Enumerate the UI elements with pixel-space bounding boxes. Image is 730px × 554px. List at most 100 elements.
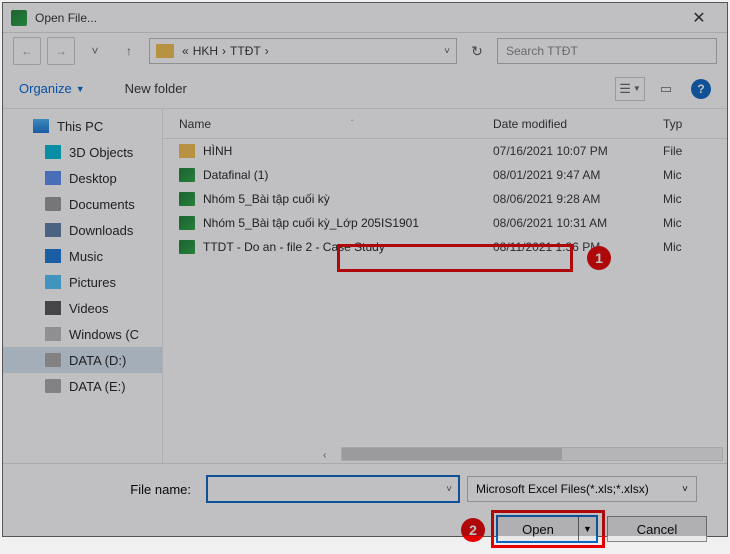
ico-pic-icon xyxy=(45,275,61,289)
sidebar-label: Music xyxy=(69,249,103,264)
file-row[interactable]: Nhóm 5_Bài tập cuối kỳ_Lớp 205IS190108/0… xyxy=(163,211,727,235)
refresh-button[interactable]: ↻ xyxy=(463,38,491,64)
file-type: Mic xyxy=(663,192,727,206)
help-icon[interactable]: ? xyxy=(691,79,711,99)
sidebar-item-data-e-[interactable]: DATA (E:) xyxy=(3,373,162,399)
cancel-button[interactable]: Cancel xyxy=(607,516,707,542)
excel-icon xyxy=(179,168,195,182)
search-placeholder: Search TTĐT xyxy=(506,44,578,58)
breadcrumb-part[interactable]: HKH xyxy=(193,44,218,58)
file-name: Datafinal (1) xyxy=(203,168,268,182)
organize-menu[interactable]: Organize▼ xyxy=(19,81,85,96)
scrollbar-thumb[interactable] xyxy=(342,448,562,460)
folder-icon xyxy=(156,44,174,58)
excel-icon xyxy=(179,192,195,206)
sidebar-item-videos[interactable]: Videos xyxy=(3,295,162,321)
ico-doc-icon xyxy=(45,197,61,211)
annotation-badge-2: 2 xyxy=(461,518,485,542)
bottom-panel: File name: ˅ Microsoft Excel Files(*.xls… xyxy=(3,463,727,554)
sidebar-label: Downloads xyxy=(69,223,133,238)
app-icon xyxy=(11,10,27,26)
dropdown-icon[interactable]: ˅ xyxy=(446,484,452,495)
button-row: Open ▼ 2 Cancel xyxy=(19,516,711,542)
filename-label: File name: xyxy=(19,482,199,497)
ico-vid-icon xyxy=(45,301,61,315)
sidebar-item-data-d-[interactable]: DATA (D:) xyxy=(3,347,162,373)
file-name: HÌNH xyxy=(203,144,232,158)
up-button[interactable]: ↑ xyxy=(115,37,143,65)
sidebar-item-desktop[interactable]: Desktop xyxy=(3,165,162,191)
breadcrumb-part[interactable]: TTĐT xyxy=(230,44,261,58)
open-button-wrapper: Open ▼ 2 xyxy=(497,516,597,542)
file-row[interactable]: HÌNH07/16/2021 10:07 PMFile xyxy=(163,139,727,163)
breadcrumb[interactable]: « HKH › TTĐT › ˅ xyxy=(149,38,457,64)
sidebar-label: Pictures xyxy=(69,275,116,290)
open-file-dialog: Open File... ✕ ← → ˅ ↑ « HKH › TTĐT › ˅ … xyxy=(2,2,728,537)
breadcrumb-prefix: « xyxy=(182,44,189,58)
forward-button[interactable]: → xyxy=(47,37,75,65)
dialog-body: This PC 3D Objects Desktop Documents Downloa… xyxy=(3,109,727,463)
dropdown-icon: ˅ xyxy=(682,484,688,495)
sidebar-item-music[interactable]: Music xyxy=(3,243,162,269)
file-row[interactable]: TTDT - Do an - file 2 - Case Study08/11/… xyxy=(163,235,727,259)
ico-music-icon xyxy=(45,249,61,263)
preview-pane-icon[interactable]: ▭ xyxy=(651,77,681,101)
file-type: Mic xyxy=(663,168,727,182)
column-name[interactable]: Nameˆ xyxy=(163,117,493,131)
file-row[interactable]: Datafinal (1)08/01/2021 9:47 AMMic xyxy=(163,163,727,187)
recent-dropdown[interactable]: ˅ xyxy=(81,37,109,65)
file-list: HÌNH07/16/2021 10:07 PMFileDatafinal (1)… xyxy=(163,139,727,259)
column-type[interactable]: Typ xyxy=(663,117,727,131)
view-options-icon[interactable]: ☰▼ xyxy=(615,77,645,101)
search-input[interactable]: Search TTĐT xyxy=(497,38,717,64)
ico-drv-icon xyxy=(45,379,61,393)
sidebar-label: DATA (E:) xyxy=(69,379,126,394)
close-icon[interactable]: ✕ xyxy=(679,8,719,28)
file-type: Mic xyxy=(663,240,727,254)
file-type: Mic xyxy=(663,216,727,230)
sidebar: This PC 3D Objects Desktop Documents Downloa… xyxy=(3,109,163,463)
sidebar-label: Desktop xyxy=(69,171,117,186)
sidebar-item-pictures[interactable]: Pictures xyxy=(3,269,162,295)
file-name: TTDT - Do an - file 2 - Case Study xyxy=(203,240,385,254)
filter-text: Microsoft Excel Files(*.xls;*.xlsx) xyxy=(476,482,649,496)
excel-icon xyxy=(179,240,195,254)
filename-row: File name: ˅ Microsoft Excel Files(*.xls… xyxy=(19,476,711,502)
column-date[interactable]: Date modified xyxy=(493,117,663,131)
sidebar-item-3d-objects[interactable]: 3D Objects xyxy=(3,139,162,165)
open-split-dropdown-icon[interactable]: ▼ xyxy=(578,517,596,541)
window-title: Open File... xyxy=(35,11,679,25)
titlebar: Open File... ✕ xyxy=(3,3,727,33)
sidebar-item-downloads[interactable]: Downloads xyxy=(3,217,162,243)
sidebar-item-documents[interactable]: Documents xyxy=(3,191,162,217)
sidebar-item-windows-c[interactable]: Windows (C xyxy=(3,321,162,347)
filename-input[interactable]: ˅ xyxy=(207,476,459,502)
toolbar: Organize▼ New folder ☰▼ ▭ ? xyxy=(3,69,727,109)
ico-pc-icon xyxy=(33,119,49,133)
sidebar-label: Documents xyxy=(69,197,135,212)
ico-dl-icon xyxy=(45,223,61,237)
file-type-filter[interactable]: Microsoft Excel Files(*.xls;*.xlsx) ˅ xyxy=(467,476,697,502)
sidebar-label: 3D Objects xyxy=(69,145,133,160)
nav-bar: ← → ˅ ↑ « HKH › TTĐT › ˅ ↻ Search TTĐT xyxy=(3,33,727,69)
new-folder-button[interactable]: New folder xyxy=(125,81,609,96)
file-row[interactable]: Nhóm 5_Bài tập cuối kỳ08/06/2021 9:28 AM… xyxy=(163,187,727,211)
breadcrumb-sep: › xyxy=(222,44,226,58)
sidebar-label: DATA (D:) xyxy=(69,353,126,368)
breadcrumb-dropdown-icon[interactable]: ˅ xyxy=(444,46,450,57)
collapse-chevron-icon[interactable]: ‹ xyxy=(323,450,326,461)
open-button[interactable]: Open ▼ xyxy=(497,516,597,542)
excel-icon xyxy=(179,216,195,230)
file-date: 08/06/2021 10:31 AM xyxy=(493,216,663,230)
sidebar-label: This PC xyxy=(57,119,103,134)
ico-desk-icon xyxy=(45,171,61,185)
ico-drv-icon xyxy=(45,353,61,367)
sidebar-item-this-pc[interactable]: This PC xyxy=(3,113,162,139)
file-date: 08/06/2021 9:28 AM xyxy=(493,192,663,206)
file-type: File xyxy=(663,144,727,158)
annotation-badge-1: 1 xyxy=(587,246,611,270)
back-button[interactable]: ← xyxy=(13,37,41,65)
sidebar-label: Videos xyxy=(69,301,109,316)
ico-3d-icon xyxy=(45,145,61,159)
horizontal-scrollbar[interactable] xyxy=(341,447,723,461)
